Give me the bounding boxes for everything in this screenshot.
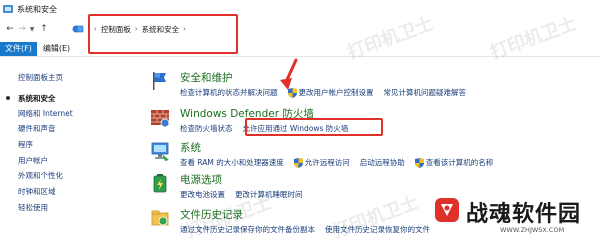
computer-icon: [151, 142, 169, 161]
uac-shield-icon: [414, 157, 424, 168]
category-links-system: 查看 RAM 的大小和处理器速度 允许远程访问 启动远程协助 查看该计算机的名称: [180, 157, 503, 168]
link-battery-settings[interactable]: 更改电池设置: [180, 189, 225, 200]
sidebar-item-hardware[interactable]: 硬件和声音: [18, 123, 56, 134]
sidebar-item-clock-region[interactable]: 时钟和区域: [18, 186, 56, 197]
chevron-right-icon[interactable]: ›: [135, 25, 138, 33]
recent-locations-chevron-icon[interactable]: ▼: [28, 21, 36, 37]
address-bar[interactable]: › 控制面板 › 系统和安全 ›: [92, 20, 234, 38]
up-arrow-icon[interactable]: ↑: [38, 21, 50, 37]
brand-logo-icon: [435, 198, 459, 222]
brand-logo-area: 战魂软件园 WWW.ZHJWSX.COM: [426, 192, 600, 243]
sidebar-item-system-security[interactable]: 系统和安全: [18, 93, 56, 104]
category-links-security: 检查计算机的状态并解决问题 更改用户帐户控制设置 常见计算机问题疑难解答: [180, 87, 476, 98]
control-panel-location-icon: [72, 25, 84, 33]
link-firewall-status[interactable]: 检查防火墙状态: [180, 123, 233, 134]
category-title-firewall[interactable]: Windows Defender 防火墙: [180, 106, 314, 121]
sidebar-item-programs[interactable]: 程序: [18, 139, 33, 150]
breadcrumb-control-panel[interactable]: 控制面板: [101, 24, 131, 35]
sidebar-item-network[interactable]: 网络和 Internet: [18, 108, 73, 119]
menu-edit[interactable]: 编辑(E): [37, 42, 76, 56]
category-title-system[interactable]: 系统: [180, 140, 201, 155]
link-allow-app-firewall[interactable]: 允许应用通过 Windows 防火墙: [243, 123, 349, 134]
current-page-bullet: [6, 96, 10, 100]
sidebar-item-home[interactable]: 控制面板主页: [18, 72, 63, 83]
firewall-brick-icon: [151, 110, 170, 128]
link-check-status[interactable]: 检查计算机的状态并解决问题: [180, 87, 278, 98]
chevron-right-icon: ›: [94, 25, 97, 33]
breadcrumb-system-security[interactable]: 系统和安全: [142, 24, 180, 35]
window-title: 系统和安全: [17, 4, 57, 14]
back-arrow-icon[interactable]: ←: [4, 21, 16, 37]
category-title-power[interactable]: 电源选项: [180, 172, 222, 187]
title-bar: 系统和安全: [0, 0, 600, 18]
link-view-computer-name[interactable]: 查看该计算机的名称: [426, 157, 494, 168]
link-allow-remote-access[interactable]: 允许远程访问: [305, 157, 350, 168]
category-title-security[interactable]: 安全和维护: [180, 70, 233, 85]
link-uac-settings[interactable]: 更改用户帐户控制设置: [299, 87, 374, 98]
file-history-icon: [151, 210, 169, 226]
brand-url: WWW.ZHJWSX.COM: [500, 226, 565, 234]
sidebar-item-ease-of-access[interactable]: 轻松使用: [18, 202, 48, 213]
sidebar-item-appearance[interactable]: 外观和个性化: [18, 170, 63, 181]
link-launch-remote-assistance[interactable]: 启动远程协助: [360, 157, 405, 168]
forward-arrow-icon[interactable]: →: [16, 21, 28, 37]
uac-shield-icon: [293, 157, 303, 168]
chevron-right-icon[interactable]: ›: [183, 25, 186, 33]
sidebar-item-user-accounts[interactable]: 用户帐户: [18, 155, 48, 166]
link-view-ram-speed[interactable]: 查看 RAM 的大小和处理器速度: [180, 157, 284, 168]
link-troubleshoot[interactable]: 常见计算机问题疑难解答: [384, 87, 467, 98]
category-links-firewall: 检查防火墙状态 允许应用通过 Windows 防火墙: [180, 123, 358, 134]
brand-name: 战魂软件园: [466, 202, 582, 227]
control-panel-icon: [3, 5, 13, 13]
sidebar: 控制面板主页 系统和安全 网络和 Internet 硬件和声音 程序 用户帐户 …: [0, 57, 120, 243]
red-arrow-icon: [280, 58, 298, 90]
power-battery-icon: [153, 174, 167, 193]
flag-icon: [153, 72, 166, 90]
menu-file[interactable]: 文件(F): [0, 41, 37, 56]
